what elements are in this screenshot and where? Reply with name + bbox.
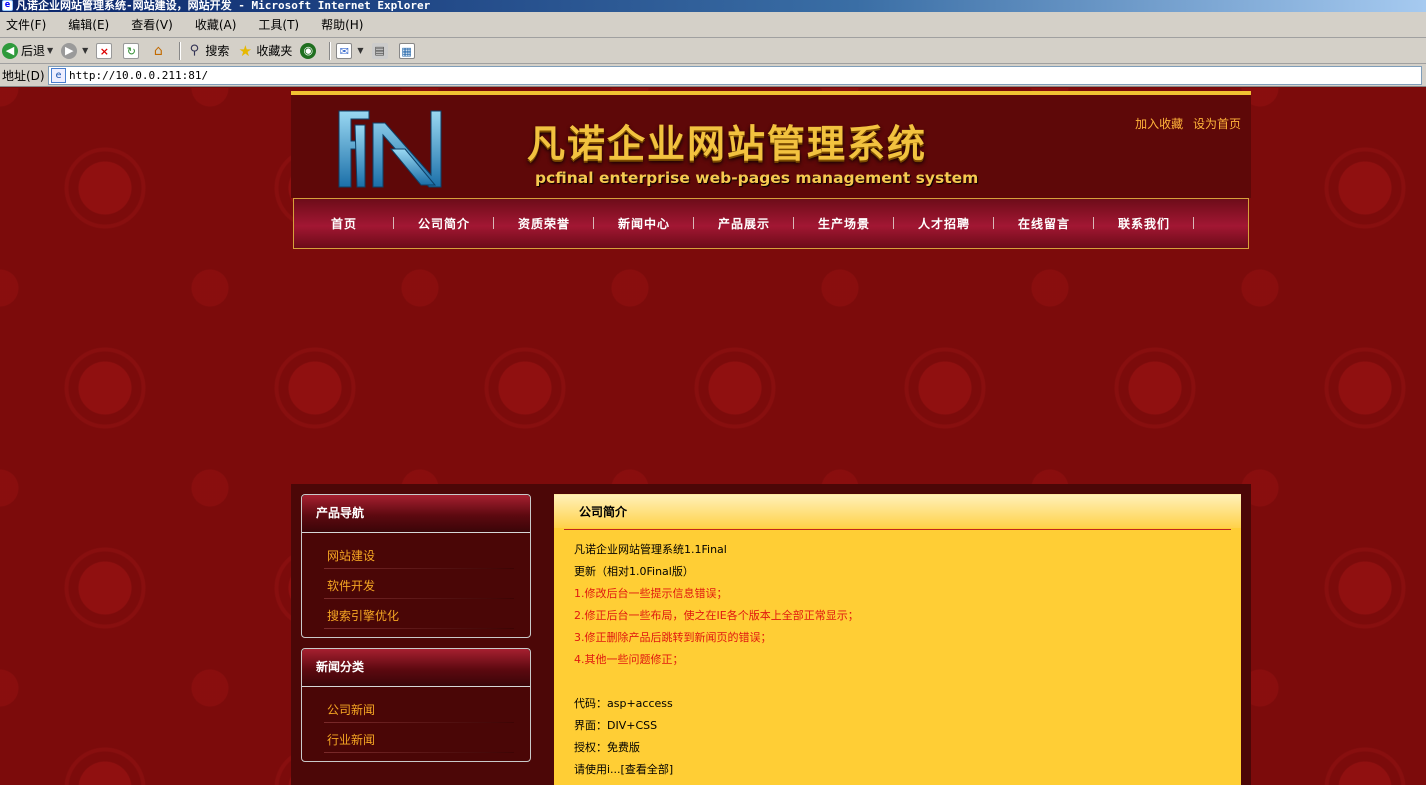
side-item-industry-news[interactable]: 行业新闻: [302, 725, 530, 755]
intro-header: 公司简介: [554, 495, 1241, 528]
address-label: 地址(D): [2, 68, 45, 83]
stop-icon: ×: [96, 42, 113, 59]
menu-favorites[interactable]: 收藏(A): [195, 16, 237, 33]
back-button[interactable]: ◀ 后退 ▼: [2, 41, 53, 61]
nav-contact[interactable]: 联系我们: [1094, 215, 1194, 232]
favorites-label: 收藏夹: [256, 44, 293, 58]
nav-honors[interactable]: 资质荣誉: [494, 215, 594, 232]
nav-news[interactable]: 新闻中心: [594, 215, 694, 232]
intro-line-change: 3.修正删除产品后跳转到新闻页的错误；: [574, 631, 772, 644]
intro-more-link[interactable]: 请使用i...[查看全部]: [574, 759, 1224, 781]
product-nav-list: 网站建设 软件开发 搜索引擎优化: [302, 533, 530, 637]
standard-toolbar: ◀ 后退 ▼ ▶ ▼ × ↻ ⌂ ⚲ 搜索 ★ 收藏夹 ◉ ✉ ▼ ▤ ▦: [0, 38, 1426, 64]
nav-products[interactable]: 产品展示: [694, 215, 794, 232]
media-icon: ◉: [300, 42, 317, 59]
menu-help[interactable]: 帮助(H): [321, 16, 363, 33]
forward-arrow-icon: ▶: [61, 42, 78, 59]
toolbar-separator: [179, 41, 181, 60]
address-url[interactable]: http://10.0.0.211:81/: [69, 69, 208, 82]
intro-line: 界面：DIV+CSS: [574, 719, 658, 732]
intro-line-change: 2.修正后台一些布局，使之在IE各个版本上全部正常显示；: [574, 609, 859, 622]
toolbar-separator: [329, 41, 331, 60]
menu-view[interactable]: 查看(V): [131, 16, 173, 33]
search-icon: ⚲: [189, 42, 200, 58]
media-button[interactable]: ◉: [300, 41, 319, 61]
nav-production[interactable]: 生产场景: [794, 215, 894, 232]
add-favorite-link[interactable]: 加入收藏: [1135, 117, 1183, 131]
window-title-bar: e 凡诺企业网站管理系统-网站建设，网站开发 - Microsoft Inter…: [0, 0, 1426, 12]
side-item-web-building[interactable]: 网站建设: [302, 541, 530, 571]
back-label: 后退: [21, 44, 46, 58]
home-icon: ⌂: [153, 42, 163, 59]
ie-icon: e: [2, 0, 13, 11]
page-icon: e: [51, 67, 66, 83]
site-logo: [338, 110, 442, 188]
nav-about[interactable]: 公司简介: [394, 215, 494, 232]
news-category-box: 新闻分类 公司新闻 行业新闻: [301, 648, 531, 762]
intro-line-change: 1.修改后台一些提示信息错误；: [574, 587, 728, 600]
print-button[interactable]: ▤: [371, 41, 391, 61]
intro-line: 代码：asp+access: [574, 697, 673, 710]
nav-guestbook[interactable]: 在线留言: [994, 215, 1094, 232]
menu-tools[interactable]: 工具(T): [258, 16, 299, 33]
stop-button[interactable]: ×: [96, 41, 115, 61]
side-item-company-news[interactable]: 公司新闻: [302, 695, 530, 725]
edit-button[interactable]: ▦: [398, 41, 418, 61]
intro-line: 凡诺企业网站管理系统1.1Final: [574, 543, 727, 556]
intro-title: 公司简介: [579, 505, 628, 519]
header-links: 加入收藏 设为首页: [1129, 115, 1241, 132]
intro-line-change: 4.其他一些问题修正；: [574, 653, 684, 666]
refresh-icon: ↻: [123, 42, 140, 59]
refresh-button[interactable]: ↻: [123, 41, 142, 61]
intro-body: 凡诺企业网站管理系统1.1Final 更新（相对1.0Final版） 1.修改后…: [574, 539, 1224, 781]
back-arrow-icon: ◀: [2, 42, 18, 59]
site-header: 凡诺企业网站管理系统 pcfinal enterprise web-pages …: [291, 91, 1251, 198]
menu-bar: 文件(F) 编辑(E) 查看(V) 收藏(A) 工具(T) 帮助(H): [0, 12, 1426, 38]
site-subtitle: pcfinal enterprise web-pages management …: [535, 169, 979, 187]
product-nav-title: 产品导航: [302, 495, 530, 533]
window-title: 凡诺企业网站管理系统-网站建设，网站开发 - Microsoft Interne…: [16, 0, 431, 12]
nav-home[interactable]: 首页: [294, 215, 394, 232]
intro-line: 授权：免费版: [574, 741, 640, 754]
mail-button[interactable]: ✉ ▼: [336, 41, 364, 61]
main-nav: 首页 公司简介 资质荣誉 新闻中心 产品展示 生产场景 人才招聘 在线留言 联系…: [293, 198, 1249, 249]
nav-jobs[interactable]: 人才招聘: [894, 215, 994, 232]
news-category-title: 新闻分类: [302, 649, 530, 687]
favorites-button[interactable]: ★ 收藏夹: [237, 41, 293, 61]
product-nav-box: 产品导航 网站建设 软件开发 搜索引擎优化: [301, 494, 531, 638]
side-item-seo[interactable]: 搜索引擎优化: [302, 601, 530, 631]
news-category-list: 公司新闻 行业新闻: [302, 687, 530, 761]
home-button[interactable]: ⌂: [150, 41, 169, 61]
search-button[interactable]: ⚲ 搜索: [186, 41, 230, 61]
forward-dropdown-icon[interactable]: ▼: [82, 46, 88, 55]
intro-panel: 公司简介 凡诺企业网站管理系统1.1Final 更新（相对1.0Final版） …: [554, 494, 1241, 785]
intro-spacer: [574, 671, 1224, 693]
intro-divider: [564, 529, 1231, 530]
star-icon: ★: [238, 41, 253, 60]
sidebar: 产品导航 网站建设 软件开发 搜索引擎优化 新闻分类 公司新闻 行业新闻: [301, 494, 531, 772]
site-title: 凡诺企业网站管理系统: [527, 121, 928, 166]
set-home-link[interactable]: 设为首页: [1193, 117, 1241, 131]
menu-file[interactable]: 文件(F): [6, 16, 46, 33]
printer-icon: ▤: [371, 42, 388, 59]
page-viewport: 凡诺企业网站管理系统 pcfinal enterprise web-pages …: [0, 88, 1426, 785]
mail-dropdown-icon[interactable]: ▼: [357, 46, 363, 55]
side-item-software[interactable]: 软件开发: [302, 571, 530, 601]
edit-page-icon: ▦: [398, 42, 415, 59]
address-input[interactable]: e http://10.0.0.211:81/: [48, 65, 1422, 85]
address-bar: 地址(D) e http://10.0.0.211:81/: [0, 64, 1426, 87]
forward-button[interactable]: ▶ ▼: [61, 41, 88, 61]
intro-line: 更新（相对1.0Final版）: [574, 565, 694, 578]
back-dropdown-icon[interactable]: ▼: [47, 46, 53, 55]
mail-icon: ✉: [336, 42, 353, 59]
menu-edit[interactable]: 编辑(E): [68, 16, 109, 33]
search-label: 搜索: [205, 44, 230, 58]
content-area: 产品导航 网站建设 软件开发 搜索引擎优化 新闻分类 公司新闻 行业新闻 公司简…: [291, 484, 1251, 785]
